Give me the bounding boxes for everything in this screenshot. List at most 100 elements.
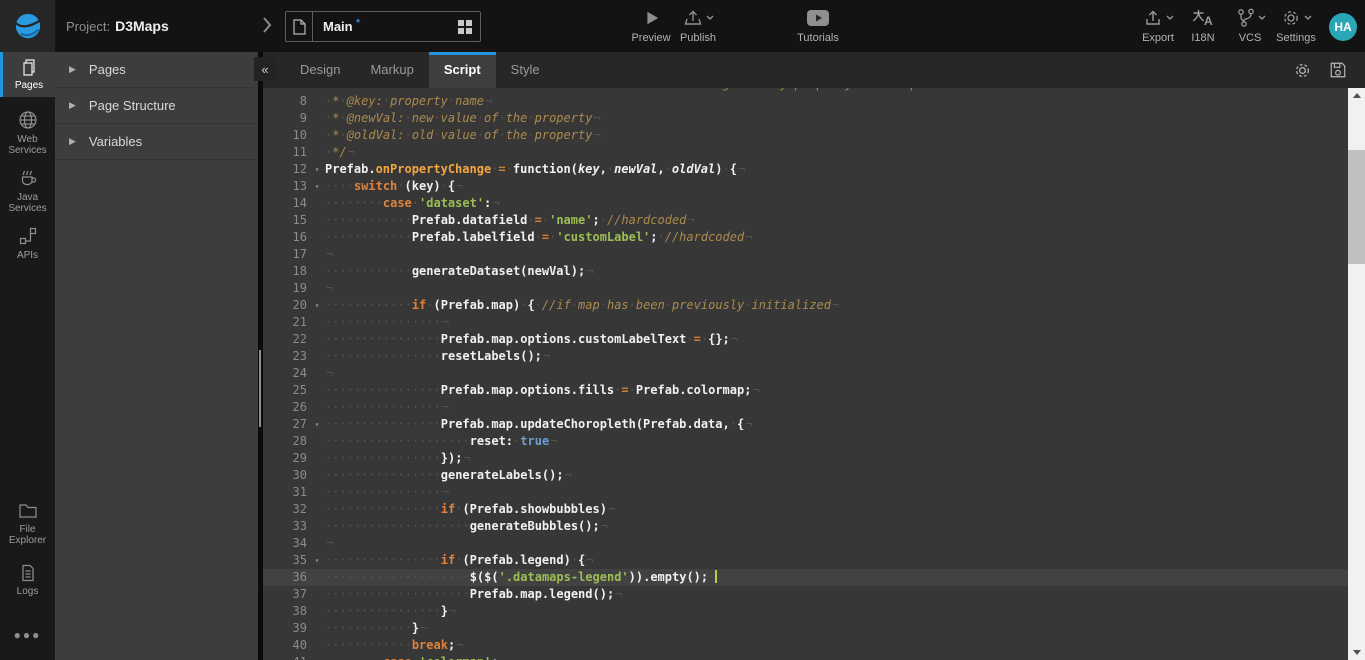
sidebar-item-java-services[interactable]: Java Services [0, 168, 55, 220]
fold-icon[interactable]: ▾ [309, 552, 325, 569]
export-button[interactable]: Export [1134, 6, 1182, 48]
code-line[interactable]: 28····················reset:·true¬ [263, 433, 1348, 450]
fold-gutter [309, 603, 325, 620]
video-icon [806, 9, 830, 27]
sidebar-item-apis[interactable]: APIs [0, 226, 55, 270]
scroll-down-button[interactable] [1348, 645, 1365, 660]
fold-icon[interactable]: ▾ [309, 416, 325, 433]
code-line[interactable]: 30················generateLabels();¬ [263, 467, 1348, 484]
publish-button[interactable]: Publish [670, 6, 726, 48]
code-line[interactable]: 13▾····switch·(key)·{¬ [263, 178, 1348, 195]
sidebar-item-label: Pages [15, 80, 43, 91]
preview-button[interactable]: Preview [628, 6, 674, 48]
code-line[interactable]: 9·*·@newVal:·new·value·of·the·property¬ [263, 110, 1348, 127]
fold-gutter [309, 314, 325, 331]
line-end-marker: ¬ [442, 315, 449, 329]
code-line[interactable]: 26················¬ [263, 399, 1348, 416]
panel-section-variables[interactable]: ▶ Variables [55, 124, 258, 160]
code-line[interactable]: 23················resetLabels();¬ [263, 348, 1348, 365]
code-line[interactable]: 22················Prefab.map.options.cus… [263, 331, 1348, 348]
code-line[interactable]: 16············Prefab.labelfield·=·'custo… [263, 229, 1348, 246]
code-line[interactable]: 32················if·(Prefab.showbubbles… [263, 501, 1348, 518]
fold-icon[interactable]: ▾ [309, 161, 325, 178]
code-text: ¬ [325, 280, 1348, 297]
code-token: case [383, 196, 412, 210]
export-label: Export [1142, 32, 1174, 44]
code-line[interactable]: 24¬ [263, 365, 1348, 382]
tutorials-button[interactable]: Tutorials [790, 6, 846, 48]
publish-icon [683, 8, 703, 28]
vcs-button[interactable]: VCS [1226, 6, 1274, 48]
code-token: key [578, 162, 600, 176]
code-line[interactable]: 37····················Prefab.map.legend(… [263, 586, 1348, 603]
more-options-icon[interactable]: ●●● [0, 628, 55, 642]
scroll-up-button[interactable] [1348, 88, 1365, 103]
line-number: 8 [263, 93, 309, 110]
code-token: ········ [325, 196, 383, 210]
fold-icon[interactable]: ▾ [309, 297, 325, 314]
panel-scrollbar-thumb[interactable] [259, 350, 261, 427]
code-token: ,· [657, 162, 671, 176]
panel-collapse-button[interactable]: « [254, 57, 276, 81]
sidebar-item-file-explorer[interactable]: File Explorer [0, 502, 55, 558]
code-line[interactable]: 31················¬ [263, 484, 1348, 501]
code-line[interactable]: 17¬ [263, 246, 1348, 263]
sidebar-item-logs[interactable]: Logs [0, 564, 55, 612]
code-line[interactable]: 38················}¬ [263, 603, 1348, 620]
save-button[interactable] [1329, 61, 1347, 79]
code-line[interactable]: 21················¬ [263, 314, 1348, 331]
code-line[interactable]: 33····················generateBubbles();… [263, 518, 1348, 535]
code-line[interactable]: 40············break;¬ [263, 637, 1348, 654]
code-text: ················}¬ [325, 603, 1348, 620]
code-text: ····switch·(key)·{¬ [325, 178, 1348, 195]
page-tab-main[interactable]: Main * [285, 11, 481, 42]
code-text: ····················generateBubbles();¬ [325, 518, 1348, 535]
code-text: ················});¬ [325, 450, 1348, 467]
code-line[interactable]: 34¬ [263, 535, 1348, 552]
code-text: ¬ [325, 246, 1348, 263]
code-line[interactable]: 10·*·@oldVal:·old·value·of·the·property¬ [263, 127, 1348, 144]
tab-markup[interactable]: Markup [355, 52, 428, 88]
wavemaker-logo[interactable] [0, 0, 55, 52]
code-line[interactable]: 8·*·@key:·property·name¬ [263, 93, 1348, 110]
code-line[interactable]: 36····················$($('.datamaps-leg… [263, 569, 1348, 586]
code-line[interactable]: 19¬ [263, 280, 1348, 297]
sidebar-item-label: Web Services [0, 134, 55, 156]
sidebar-item-web-services[interactable]: Web Services [0, 110, 55, 162]
fold-gutter [309, 280, 325, 297]
panel-section-pages[interactable]: ▶ Pages [55, 52, 258, 88]
code-line[interactable]: 12▾Prefab.onPropertyChange·=·function(ke… [263, 161, 1348, 178]
code-text: ················¬ [325, 399, 1348, 416]
tab-style[interactable]: Style [496, 52, 555, 88]
pages-grid-icon[interactable] [457, 19, 473, 35]
code-line[interactable]: 25················Prefab.map.options.fil… [263, 382, 1348, 399]
sidebar-item-pages[interactable]: Pages [0, 52, 55, 97]
code-editor[interactable]: 7·*·This·method·will·be·invoked·whenever… [263, 88, 1348, 660]
code-token: ················Prefab.map.options.fills… [325, 383, 621, 397]
code-line[interactable]: 41········case·'colormap':¬ [263, 654, 1348, 660]
code-line[interactable]: 27▾················Prefab.map.updateChor… [263, 416, 1348, 433]
settings-button[interactable]: Settings [1272, 6, 1320, 48]
code-line[interactable]: 15············Prefab.datafield·=·'name';… [263, 212, 1348, 229]
editor-settings-button[interactable] [1293, 61, 1312, 80]
code-line[interactable]: 39············}¬ [263, 620, 1348, 637]
code-line[interactable]: 20▾············if·(Prefab.map)·{·//if·ma… [263, 297, 1348, 314]
tab-script[interactable]: Script [429, 52, 496, 88]
fold-icon[interactable]: ▾ [309, 178, 325, 195]
user-avatar[interactable]: HA [1329, 13, 1357, 41]
i18n-button[interactable]: A I18N [1182, 6, 1224, 48]
code-token: ·*·This·method·will·be·invoked·whenever·… [325, 88, 954, 91]
code-line[interactable]: 29················});¬ [263, 450, 1348, 467]
code-line[interactable]: 11·*/¬ [263, 144, 1348, 161]
tab-design[interactable]: Design [285, 52, 355, 88]
editor-tabbar: Design Markup Script Style [263, 52, 1365, 88]
panel-section-page-structure[interactable]: ▶ Page Structure [55, 88, 258, 124]
code-line[interactable]: 14········case·'dataset':¬ [263, 195, 1348, 212]
chevron-down-icon [1304, 15, 1312, 21]
line-number: 34 [263, 535, 309, 552]
code-line[interactable]: 18············generateDataset(newVal);¬ [263, 263, 1348, 280]
code-token: ············ [325, 638, 412, 652]
scrollbar-thumb[interactable] [1348, 150, 1365, 264]
editor-scrollbar[interactable] [1348, 88, 1365, 660]
code-line[interactable]: 35▾················if·(Prefab.legend)·{¬ [263, 552, 1348, 569]
